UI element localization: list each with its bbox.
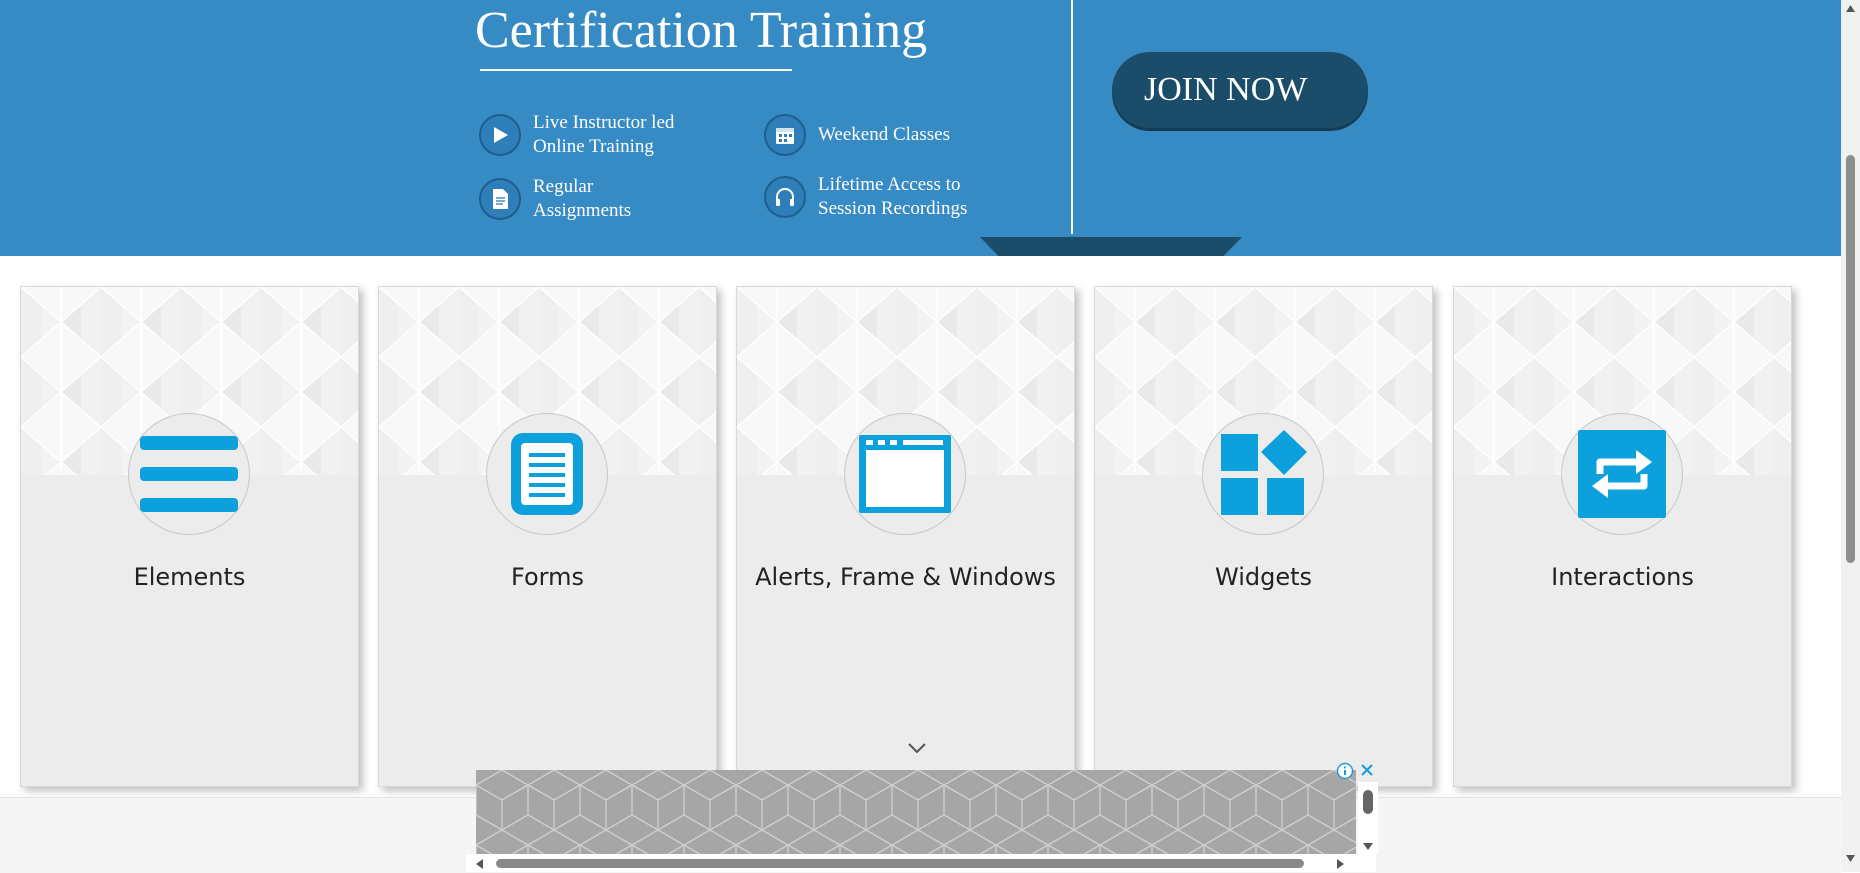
headphones-icon [764, 176, 806, 218]
ad-horizontal-scrollbar[interactable] [466, 854, 1376, 872]
title-underline [480, 69, 792, 71]
chevron-down-icon[interactable] [905, 740, 929, 756]
ad-scroll-thumb[interactable] [1363, 790, 1373, 814]
card-title: Forms [511, 563, 584, 591]
form-document-icon [486, 413, 608, 535]
document-icon [479, 178, 521, 220]
banner-tab-decoration [980, 237, 1242, 256]
page-scroll-thumb[interactable] [1846, 155, 1855, 563]
swap-arrows-icon [1561, 413, 1683, 535]
widgets-grid-icon [1202, 413, 1324, 535]
scroll-down-arrow-icon[interactable] [1362, 842, 1374, 852]
feature-assignments: Regular Assignments [479, 175, 631, 223]
certification-banner: Certification Training Live Instructor l… [0, 0, 1841, 256]
play-icon [479, 114, 521, 156]
scroll-left-arrow-icon[interactable] [474, 858, 484, 870]
page-scrollbar[interactable] [1841, 0, 1860, 872]
card-title: Elements [133, 563, 246, 591]
hamburger-list-icon [128, 413, 250, 535]
card-interactions[interactable]: Interactions [1453, 286, 1792, 787]
card-widgets[interactable]: Widgets [1094, 286, 1433, 787]
ad-vertical-scrollbar[interactable] [1358, 782, 1378, 854]
ad-info-icon[interactable] [1336, 762, 1354, 780]
feature-lifetime-access: Lifetime Access to Session Recordings [764, 173, 967, 221]
feature-line: Online Training [533, 136, 654, 157]
feature-line: Live Instructor led [533, 112, 675, 133]
card-title: Widgets [1214, 563, 1313, 591]
scroll-down-arrow-icon[interactable] [1845, 854, 1856, 863]
browser-window-icon [844, 413, 966, 535]
ad-scroll-thumb[interactable] [496, 859, 1304, 868]
scroll-right-arrow-icon[interactable] [1336, 858, 1346, 870]
ad-close-icon[interactable] [1357, 760, 1377, 780]
banner-title: Certification Training [475, 2, 928, 59]
card-title: Interactions [1551, 563, 1694, 591]
scroll-up-arrow-icon[interactable] [1845, 4, 1856, 13]
banner-divider [1071, 0, 1073, 234]
feature-live-training: Live Instructor led Online Training [479, 111, 674, 159]
card-forms[interactable]: Forms [378, 286, 717, 787]
feature-line: Session Recordings [818, 198, 968, 219]
card-title: Alerts, Frame & Windows [755, 563, 1056, 591]
card-elements[interactable]: Elements [20, 286, 359, 787]
feature-line: Lifetime Access to [818, 174, 961, 195]
join-now-button[interactable]: JOIN NOW [1112, 52, 1368, 128]
card-alerts-frame-windows[interactable]: Alerts, Frame & Windows [736, 286, 1075, 787]
feature-line: Weekend Classes [818, 124, 950, 145]
ad-banner[interactable] [476, 770, 1356, 854]
feature-line: Assignments [533, 200, 632, 221]
calendar-icon [764, 114, 806, 156]
feature-line: Regular [533, 176, 594, 197]
feature-weekend-classes: Weekend Classes [764, 114, 950, 156]
